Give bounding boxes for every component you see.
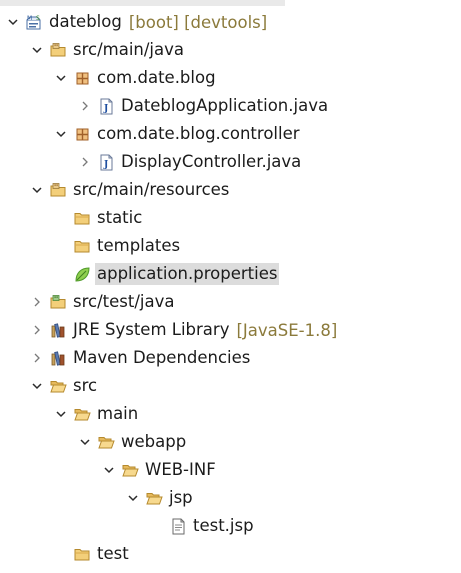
tree-label: WEB-INF — [145, 460, 216, 479]
chevron-right-icon[interactable] — [30, 351, 44, 365]
folder-icon — [74, 210, 91, 227]
tree-row-folder-src[interactable]: src — [0, 372, 461, 400]
chevron-right-icon[interactable] — [30, 323, 44, 337]
tree-row-folder-static[interactable]: static — [0, 204, 461, 232]
tree-row-file-test-jsp[interactable]: test.jsp — [0, 512, 461, 540]
source-folder-icon — [50, 42, 67, 59]
tree-label: dateblog — [49, 12, 122, 31]
tree-row-file-displaycontroller-java[interactable]: J DisplayController.java — [0, 148, 461, 176]
folder-icon — [74, 238, 91, 255]
tree-label: templates — [97, 236, 181, 255]
folder-open-icon — [74, 406, 91, 423]
svg-text:M: M — [27, 15, 32, 22]
tree-row-project-dateblog[interactable]: M Sdateblog [boot] [devtools] — [0, 8, 461, 36]
tree-label: jsp — [169, 488, 193, 507]
tree-row-package-com-date-blog[interactable]: com.date.blog — [0, 64, 461, 92]
tree-row-source-folder-src-main-resources[interactable]: src/main/resources — [0, 176, 461, 204]
library-icon — [50, 350, 67, 367]
package-explorer-tree: M Sdateblog [boot] [devtools] src/main/java… — [0, 8, 461, 568]
tree-row-folder-jsp[interactable]: jsp — [0, 484, 461, 512]
tree-label: DisplayController.java — [121, 152, 302, 171]
chevron-down-icon[interactable] — [30, 183, 44, 197]
chevron-down-icon[interactable] — [78, 435, 92, 449]
chevron-down-icon[interactable] — [126, 491, 140, 505]
tree-label: Maven Dependencies — [73, 348, 251, 367]
tree-label: src/main/resources — [73, 180, 230, 199]
folder-open-icon — [50, 378, 67, 395]
tree-label: webapp — [121, 432, 187, 451]
tree-label: main — [97, 404, 139, 423]
jsp-file-icon — [170, 518, 187, 535]
folder-icon — [74, 546, 91, 563]
library-icon — [50, 322, 67, 339]
tree-label: src/main/java — [73, 40, 185, 59]
svg-text:J: J — [103, 160, 108, 170]
top-strip — [0, 0, 461, 6]
chevron-down-icon[interactable] — [30, 43, 44, 57]
tree-row-library-jre-system[interactable]: JRE System Library [JavaSE-1.8] — [0, 316, 461, 344]
package-icon — [74, 126, 91, 143]
test-source-folder-icon — [50, 294, 67, 311]
tree-row-folder-test[interactable]: test — [0, 540, 461, 568]
chevron-down-icon[interactable] — [102, 463, 116, 477]
svg-text:S: S — [36, 15, 40, 22]
source-folder-icon — [50, 182, 67, 199]
java-file-icon: J — [98, 98, 115, 115]
tree-row-folder-templates[interactable]: templates — [0, 232, 461, 260]
tree-row-folder-webapp[interactable]: webapp — [0, 428, 461, 456]
spring-leaf-icon — [74, 266, 91, 283]
chevron-right-icon[interactable] — [78, 155, 92, 169]
tree-label: src — [73, 376, 98, 395]
tree-decoration: [boot] [devtools] — [128, 12, 268, 32]
tree-row-file-application-properties[interactable]: application.properties — [0, 260, 461, 288]
tree-label: test.jsp — [193, 516, 254, 535]
tree-row-package-com-date-blog-controller[interactable]: com.date.blog.controller — [0, 120, 461, 148]
folder-open-icon — [122, 462, 139, 479]
spring-project-icon: MS — [26, 14, 43, 31]
tree-label: DateblogApplication.java — [121, 96, 329, 115]
tree-label: JRE System Library — [73, 320, 230, 339]
chevron-right-icon[interactable] — [78, 99, 92, 113]
tree-label: test — [97, 544, 129, 563]
package-icon — [74, 70, 91, 87]
tree-label: src/test/java — [73, 292, 175, 311]
chevron-down-icon[interactable] — [30, 379, 44, 393]
chevron-right-icon[interactable] — [30, 295, 44, 309]
chevron-down-icon[interactable] — [6, 15, 20, 29]
svg-text:J: J — [103, 104, 108, 114]
tree-row-folder-main[interactable]: main — [0, 400, 461, 428]
folder-open-icon — [146, 490, 163, 507]
tree-label: com.date.blog.controller — [97, 124, 300, 143]
tree-row-source-folder-src-test-java[interactable]: src/test/java — [0, 288, 461, 316]
chevron-down-icon[interactable] — [54, 407, 68, 421]
tree-row-file-dateblogapplication-java[interactable]: J DateblogApplication.java — [0, 92, 461, 120]
tree-label: application.properties — [95, 263, 280, 285]
tree-label: com.date.blog — [97, 68, 216, 87]
folder-open-icon — [98, 434, 115, 451]
java-file-icon: J — [98, 154, 115, 171]
tree-row-folder-web-inf[interactable]: WEB-INF — [0, 456, 461, 484]
chevron-down-icon[interactable] — [54, 127, 68, 141]
tree-row-library-maven-dependencies[interactable]: Maven Dependencies — [0, 344, 461, 372]
chevron-down-icon[interactable] — [54, 71, 68, 85]
tree-row-source-folder-src-main-java[interactable]: src/main/java — [0, 36, 461, 64]
tree-label: static — [97, 208, 143, 227]
tree-decoration: [JavaSE-1.8] — [236, 320, 338, 340]
